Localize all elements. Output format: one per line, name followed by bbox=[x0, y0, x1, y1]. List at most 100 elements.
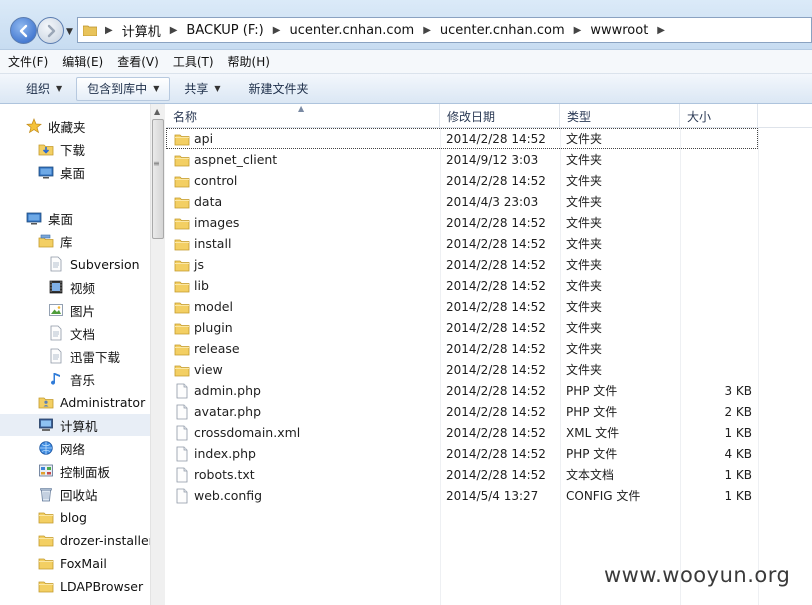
folder-icon bbox=[174, 218, 190, 229]
scrollbar-thumb[interactable] bbox=[152, 119, 164, 239]
menu-file[interactable]: 文件(F) bbox=[8, 53, 48, 70]
sidebar-item[interactable]: 桌面 bbox=[0, 207, 150, 229]
network-icon bbox=[39, 441, 53, 455]
file-type: 文件夹 bbox=[566, 237, 603, 251]
file-name: admin.php bbox=[194, 383, 261, 398]
file-type: CONFIG 文件 bbox=[566, 489, 641, 503]
sidebar-item[interactable]: 控制面板 bbox=[0, 460, 150, 482]
sidebar-item[interactable]: Subversion bbox=[0, 253, 150, 275]
sidebar-item[interactable]: 视频 bbox=[0, 276, 150, 298]
breadcrumb-site-folder[interactable]: ucenter.cnhan.com bbox=[289, 23, 414, 38]
sidebar-item[interactable]: 迅雷下载 bbox=[0, 345, 150, 367]
file-row[interactable]: admin.php 2014/2/28 14:52 PHP 文件 3 KB bbox=[166, 380, 812, 401]
column-header-date[interactable]: 修改日期 bbox=[440, 104, 560, 128]
column-header-name[interactable]: 名称 bbox=[166, 104, 440, 128]
file-date: 2014/2/28 14:52 bbox=[446, 467, 546, 482]
sidebar-item[interactable]: 网络 bbox=[0, 437, 150, 459]
sidebar-item-label: LDAPBrowser bbox=[60, 578, 144, 594]
desktop-icon bbox=[38, 166, 54, 179]
file-size: 4 KB bbox=[724, 446, 752, 461]
file-name-cell: data bbox=[174, 194, 222, 210]
sidebar-item[interactable]: drozer-installer bbox=[0, 529, 150, 551]
breadcrumb-separator[interactable]: ▶ bbox=[105, 25, 113, 36]
sidebar-item-label: 收藏夹 bbox=[48, 119, 86, 135]
folder-row[interactable]: control 2014/2/28 14:52 文件夹 bbox=[166, 170, 812, 191]
menu-edit[interactable]: 编辑(E) bbox=[62, 53, 103, 70]
navigation-pane-scrollbar[interactable]: ▲ ≡ bbox=[150, 104, 165, 605]
sidebar-item[interactable]: 文档 bbox=[0, 322, 150, 344]
breadcrumb-separator[interactable]: ▶ bbox=[273, 25, 281, 36]
file-name-cell: lib bbox=[174, 278, 209, 294]
file-type: 文件夹 bbox=[566, 342, 603, 356]
breadcrumb-separator[interactable]: ▶ bbox=[657, 25, 665, 36]
forward-button[interactable] bbox=[37, 17, 64, 44]
folder-row[interactable]: model 2014/2/28 14:52 文件夹 bbox=[166, 296, 812, 317]
folder-row[interactable]: data 2014/4/3 23:03 文件夹 bbox=[166, 191, 812, 212]
new-folder-button[interactable]: 新建文件夹 bbox=[239, 77, 319, 101]
scrollbar-grip-icon: ≡ bbox=[153, 159, 160, 168]
sidebar-item[interactable]: 图片 bbox=[0, 299, 150, 321]
file-name: aspnet_client bbox=[194, 152, 278, 167]
sidebar-item[interactable]: FoxMail bbox=[0, 552, 150, 574]
sidebar-item[interactable]: LDAPBrowser bbox=[0, 575, 150, 597]
menu-tools[interactable]: 工具(T) bbox=[173, 53, 214, 70]
folder-row[interactable]: js 2014/2/28 14:52 文件夹 bbox=[166, 254, 812, 275]
document-icon bbox=[50, 325, 62, 341]
recent-pages-dropdown[interactable]: ▼ bbox=[66, 27, 73, 37]
file-name-cell: install bbox=[174, 236, 231, 252]
sidebar-item[interactable]: 音乐 bbox=[0, 368, 150, 390]
sidebar-item[interactable]: blog bbox=[0, 506, 150, 528]
breadcrumb-separator[interactable]: ▶ bbox=[170, 25, 178, 36]
file-name: release bbox=[194, 341, 240, 356]
column-header-type[interactable]: 类型 bbox=[560, 104, 680, 128]
file-name: plugin bbox=[194, 320, 233, 335]
file-icon bbox=[176, 446, 188, 461]
menu-view[interactable]: 查看(V) bbox=[117, 53, 159, 70]
organize-button[interactable]: 组织 ▼ bbox=[16, 77, 72, 101]
picture-icon bbox=[49, 304, 63, 316]
file-name-cell: view bbox=[174, 362, 223, 378]
column-header-size[interactable]: 大小 bbox=[680, 104, 758, 128]
breadcrumb-drive[interactable]: BACKUP (F:) bbox=[186, 23, 263, 38]
folder-row[interactable]: lib 2014/2/28 14:52 文件夹 bbox=[166, 275, 812, 296]
sidebar-item[interactable]: 回收站 bbox=[0, 483, 150, 505]
folder-row[interactable]: release 2014/2/28 14:52 文件夹 bbox=[166, 338, 812, 359]
breadcrumb-computer[interactable]: 计算机 bbox=[122, 21, 161, 40]
folder-row[interactable]: aspnet_client 2014/9/12 3:03 文件夹 bbox=[166, 149, 812, 170]
file-row[interactable]: crossdomain.xml 2014/2/28 14:52 XML 文件 1 KB bbox=[166, 422, 812, 443]
sidebar-item-label: 文档 bbox=[70, 326, 96, 342]
sidebar-item[interactable]: 库 bbox=[0, 230, 150, 252]
file-row[interactable]: robots.txt 2014/2/28 14:52 文本文档 1 KB bbox=[166, 464, 812, 485]
sidebar-item-label: Administrator bbox=[60, 394, 146, 410]
breadcrumb-site-subfolder[interactable]: ucenter.cnhan.com bbox=[440, 23, 565, 38]
file-row[interactable]: web.config 2014/5/4 13:27 CONFIG 文件 1 KB bbox=[166, 485, 812, 506]
breadcrumb-separator[interactable]: ▶ bbox=[423, 25, 431, 36]
sidebar-item[interactable]: 计算机 bbox=[0, 414, 150, 436]
folder-row[interactable]: install 2014/2/28 14:52 文件夹 bbox=[166, 233, 812, 254]
breadcrumb-separator[interactable]: ▶ bbox=[574, 25, 582, 36]
file-row[interactable]: avatar.php 2014/2/28 14:52 PHP 文件 2 KB bbox=[166, 401, 812, 422]
menu-help[interactable]: 帮助(H) bbox=[228, 53, 270, 70]
file-date: 2014/4/3 23:03 bbox=[446, 194, 539, 209]
folder-row[interactable]: api 2014/2/28 14:52 文件夹 bbox=[166, 128, 758, 149]
folder-row[interactable]: images 2014/2/28 14:52 文件夹 bbox=[166, 212, 812, 233]
file-name-cell: index.php bbox=[174, 446, 256, 462]
sidebar-item-label: 桌面 bbox=[48, 211, 74, 227]
breadcrumb-wwwroot[interactable]: wwwroot bbox=[590, 23, 648, 38]
file-name: crossdomain.xml bbox=[194, 425, 301, 440]
back-button[interactable] bbox=[10, 17, 37, 44]
sidebar-item[interactable]: 下载 bbox=[0, 138, 150, 160]
address-bar[interactable]: ▶ 计算机 ▶ BACKUP (F:) ▶ ucenter.cnhan.com ▶ u… bbox=[77, 17, 812, 43]
file-row[interactable]: index.php 2014/2/28 14:52 PHP 文件 4 KB bbox=[166, 443, 812, 464]
file-name: model bbox=[194, 299, 233, 314]
sidebar-item[interactable]: 桌面 bbox=[0, 161, 150, 183]
scroll-up-arrow-icon[interactable]: ▲ bbox=[154, 107, 160, 116]
sidebar-item[interactable]: Administrator bbox=[0, 391, 150, 413]
chevron-down-icon: ▼ bbox=[56, 84, 63, 93]
share-button[interactable]: 共享 ▼ bbox=[174, 77, 230, 101]
folder-icon bbox=[174, 344, 190, 355]
include-in-library-button[interactable]: 包含到库中 ▼ bbox=[76, 76, 171, 101]
folder-row[interactable]: plugin 2014/2/28 14:52 文件夹 bbox=[166, 317, 812, 338]
sidebar-item[interactable]: 收藏夹 bbox=[0, 115, 150, 137]
folder-row[interactable]: view 2014/2/28 14:52 文件夹 bbox=[166, 359, 812, 380]
